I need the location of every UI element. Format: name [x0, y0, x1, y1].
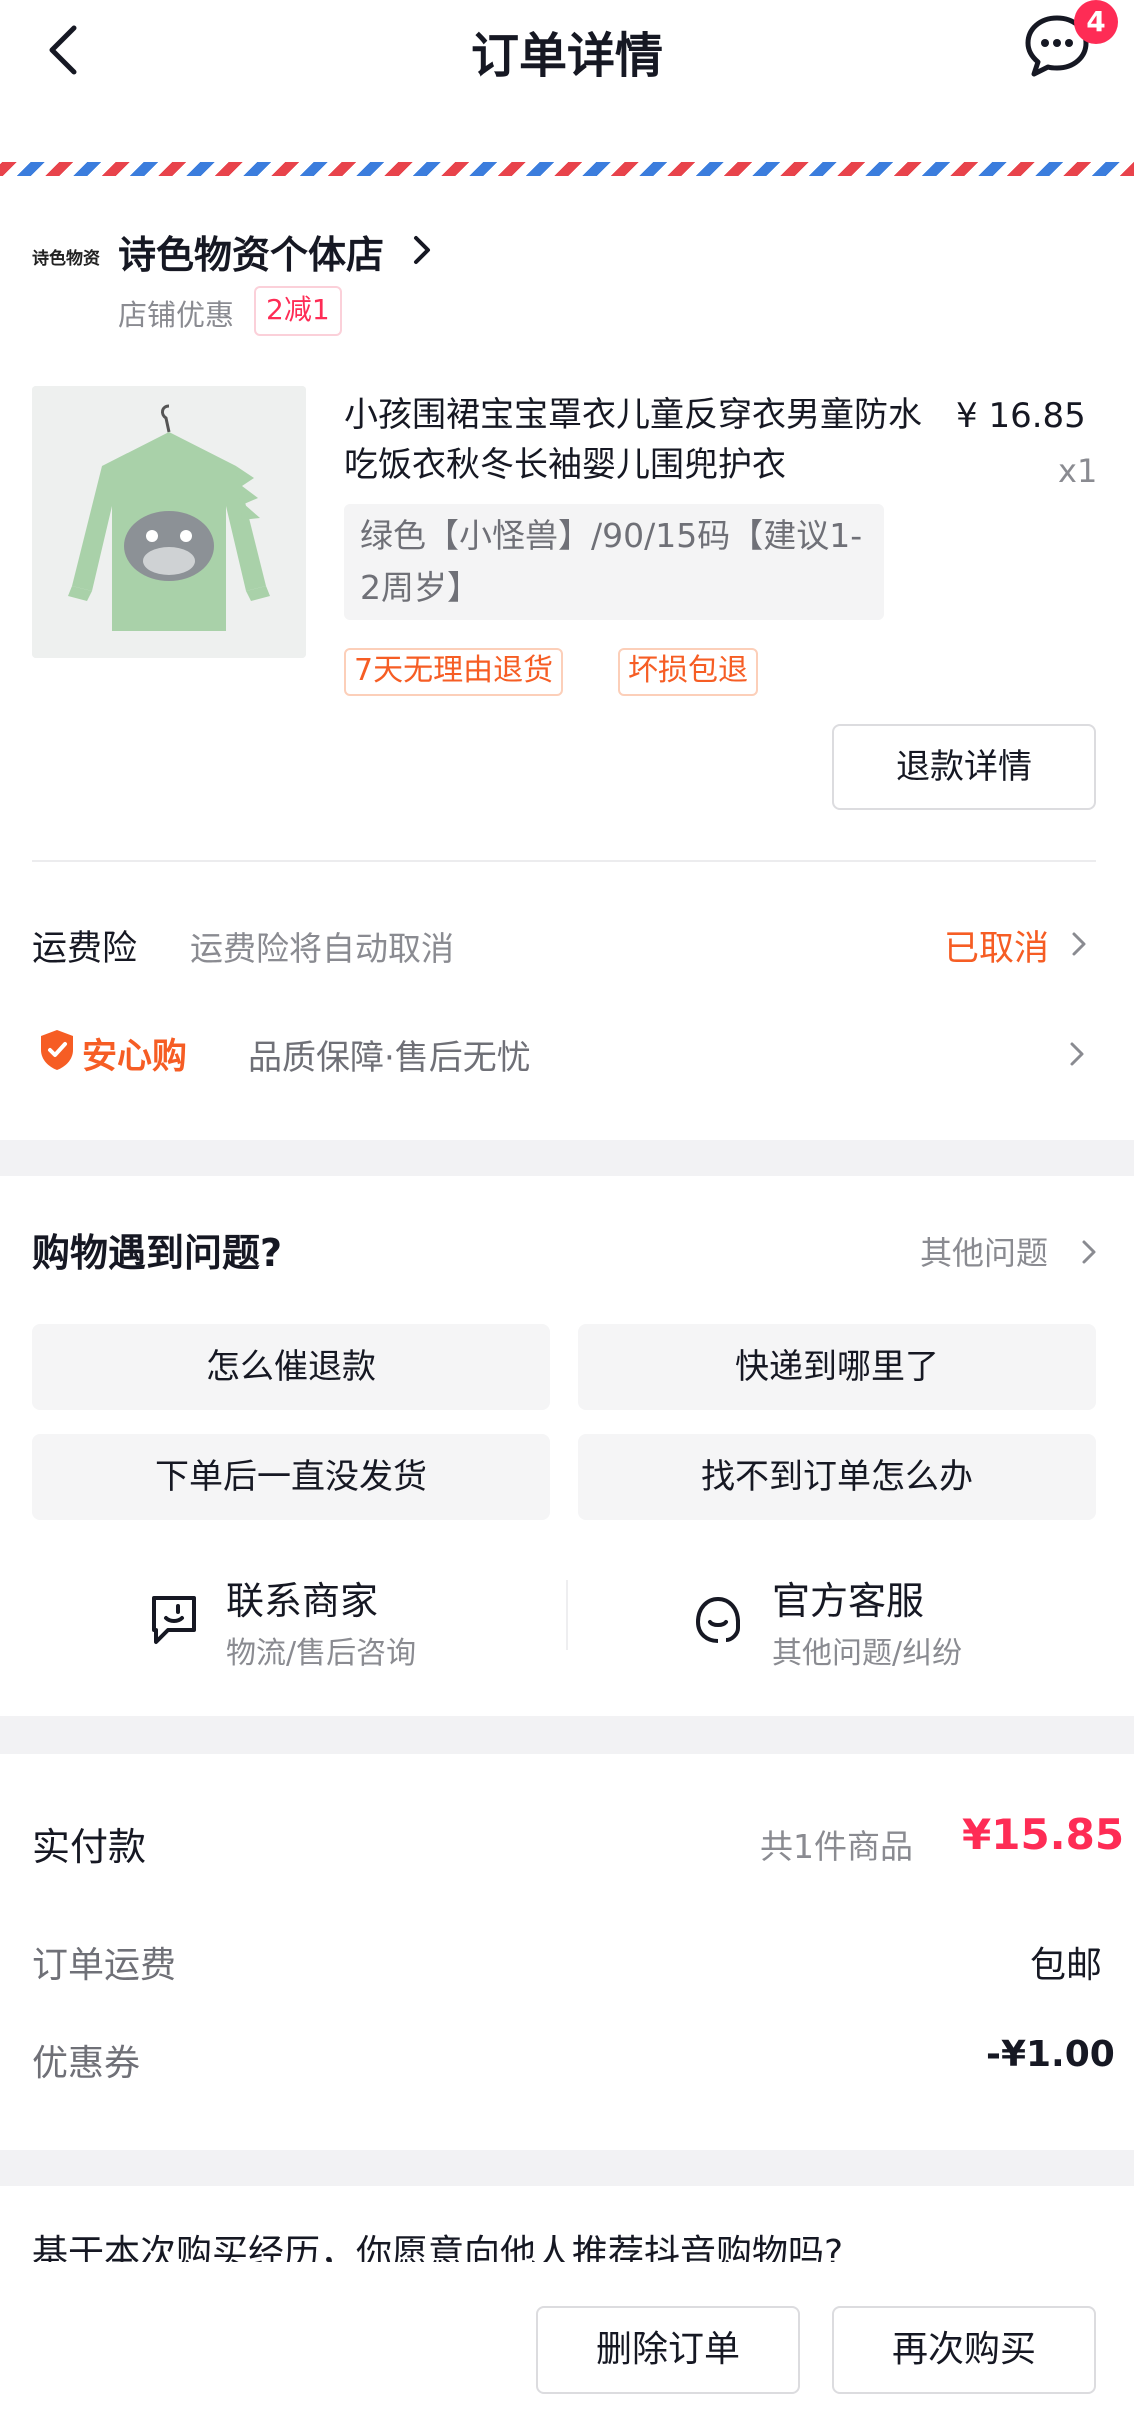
refund-details-button[interactable]: 退款详情 — [832, 724, 1096, 810]
product-image[interactable] — [32, 386, 306, 658]
chevron-right-icon[interactable] — [1070, 928, 1088, 960]
help-section-title: 购物遇到问题? — [32, 1231, 283, 1275]
product-title[interactable]: 小孩围裙宝宝罩衣儿童反穿衣男童防水吃饭衣秋冬长袖婴儿围兜护衣 — [344, 390, 944, 490]
shipping-insurance-label: 运费险 — [32, 929, 138, 969]
merchant-chat-icon[interactable] — [144, 1590, 204, 1650]
shipping-fee-value: 包邮 — [1030, 1945, 1103, 1986]
anxin-logo-text: 安心购 — [82, 1037, 188, 1077]
paid-amount-label: 实付款 — [32, 1825, 147, 1869]
damage-return-tag: 坏损包退 — [618, 648, 758, 696]
shop-logo: 诗色物资 — [32, 249, 100, 269]
shield-icon — [41, 1030, 73, 1070]
product-quantity: x1 — [1058, 452, 1098, 490]
shop-promo-label: 店铺优惠 — [118, 298, 235, 332]
official-service-title[interactable]: 官方客服 — [772, 1570, 924, 1625]
shipping-insurance-status[interactable]: 已取消 — [944, 920, 1049, 971]
other-questions-link[interactable]: 其他问题 — [920, 1228, 1048, 1274]
product-price: ¥ 16.85 — [956, 396, 1086, 436]
divider — [566, 1580, 568, 1650]
anxin-description[interactable]: 品质保障·售后无忧 — [248, 1030, 531, 1079]
page-title: 订单详情 — [470, 28, 663, 84]
item-count: 共1件商品 — [760, 1827, 913, 1866]
delete-order-button[interactable]: 删除订单 — [536, 2306, 800, 2394]
paid-amount: ¥15.85 — [962, 1810, 1125, 1859]
help-question-button[interactable]: 怎么催退款 — [32, 1324, 550, 1410]
coupon-label: 优惠券 — [32, 2043, 141, 2084]
message-count-badge: 4 — [1074, 0, 1118, 44]
headset-icon[interactable] — [688, 1590, 748, 1650]
contact-merchant-title[interactable]: 联系商家 — [226, 1570, 378, 1625]
product-spec: 绿色【小怪兽】/90/15码【建议1-2周岁】 — [344, 504, 884, 620]
stripe-background — [0, 118, 1134, 164]
coupon-value: -¥1.00 — [986, 2034, 1115, 2075]
airmail-stripe — [0, 162, 1134, 176]
chevron-right-icon[interactable] — [1080, 1236, 1098, 1268]
help-question-button[interactable]: 下单后一直没发货 — [32, 1434, 550, 1520]
chevron-right-icon[interactable] — [412, 232, 432, 268]
help-question-button[interactable]: 找不到订单怎么办 — [578, 1434, 1096, 1520]
chevron-right-icon[interactable] — [1068, 1038, 1086, 1070]
buy-again-button[interactable]: 再次购买 — [832, 2306, 1096, 2394]
shipping-fee-label: 订单运费 — [32, 1945, 177, 1986]
shipping-insurance-desc: 运费险将自动取消 — [190, 929, 454, 968]
shop-promo-tag: 2减1 — [254, 286, 342, 336]
shop-name[interactable]: 诗色物资个体店 — [118, 224, 384, 279]
help-question-button[interactable]: 快递到哪里了 — [578, 1324, 1096, 1410]
divider — [32, 860, 1096, 862]
return-policy-tag: 7天无理由退货 — [344, 648, 564, 696]
contact-merchant-subtitle: 物流/售后咨询 — [226, 1636, 417, 1671]
official-service-subtitle: 其他问题/纠纷 — [772, 1636, 963, 1671]
